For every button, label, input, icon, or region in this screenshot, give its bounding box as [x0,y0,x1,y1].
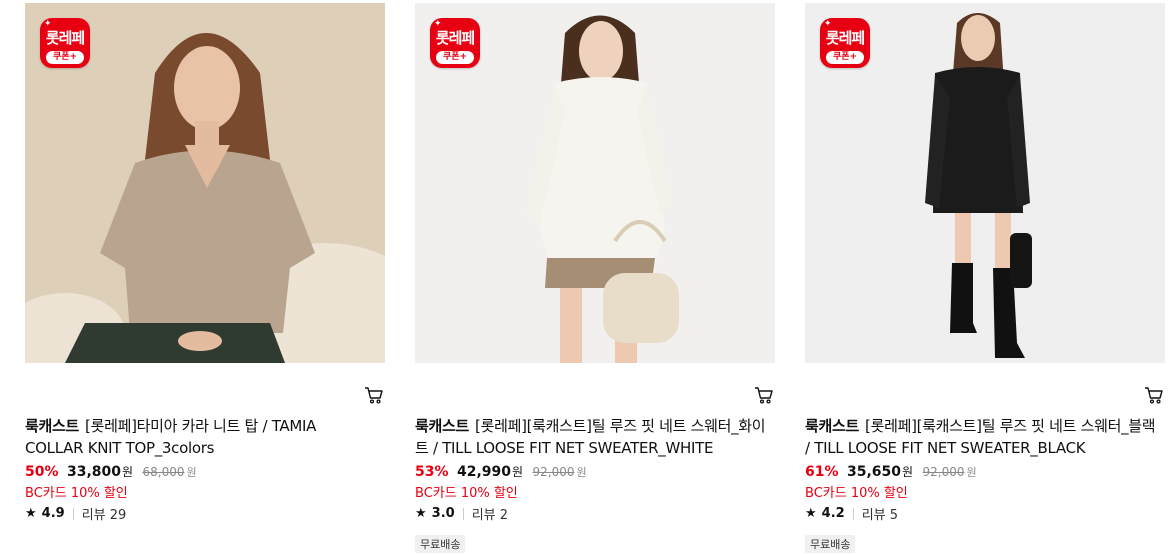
add-to-cart-button[interactable] [1143,384,1165,406]
add-to-cart-button[interactable] [363,384,385,406]
star-icon: ★ [805,506,817,521]
brand-name[interactable]: 룩캐스트 [415,417,469,435]
product-image[interactable]: ✦ 롯레페 쿠폰+ [25,3,385,363]
cart-icon [755,387,773,404]
product-title[interactable]: 룩캐스트 [롯레페][룩캐스트]틸 루즈 핏 네트 스웨터_블랙 / TILL L… [805,415,1157,459]
lotte-coupon-badge: ✦ 롯레페 쿠폰+ [40,18,90,68]
free-shipping-tag: 무료배송 [415,535,466,553]
original-price: 92,000 [532,465,575,479]
currency-unit: 원 [902,465,914,479]
brand-name[interactable]: 룩캐스트 [25,417,79,435]
product-card[interactable]: ✦ 롯레페 쿠폰+ 룩캐스트 [롯레페][룩캐스트]틸 루즈 핏 네트 스웨터_화… [415,3,775,553]
badge-label: 롯레페 [435,29,475,47]
rating-value: 4.9 [41,506,65,521]
divider [852,507,854,520]
card-promo: BC카드 10% 할인 [415,486,518,501]
badge-coupon-label: 쿠폰+ [436,51,474,64]
sale-price: 35,650 [846,464,901,480]
discount-rate: 61% [805,464,839,480]
product-image[interactable]: ✦ 롯레페 쿠폰+ [805,3,1165,363]
rating-value: 3.0 [431,506,455,521]
add-to-cart-button[interactable] [753,384,775,406]
review-count: 리뷰 2 [471,508,509,523]
divider [462,507,464,520]
sale-price: 42,990 [456,464,511,480]
badge-coupon-label: 쿠폰+ [46,51,84,64]
star-icon: ★ [25,506,37,521]
divider [72,507,74,520]
cart-icon [365,387,383,404]
product-image[interactable]: ✦ 롯레페 쿠폰+ [415,3,775,363]
badge-label: 롯레페 [45,29,85,47]
price-row: 53% 42,990원 92,000 원 [415,463,587,480]
rating-value: 4.2 [821,506,845,521]
rating-row: ★ 3.0 리뷰 2 [415,504,508,523]
price-row: 61% 35,650원 92,000 원 [805,463,977,480]
sale-price: 33,800 [66,464,121,480]
badge-label: 롯레페 [825,29,865,47]
product-card[interactable]: ✦ 롯레페 쿠폰+ 룩캐스트 [롯레페]타미아 카라 니트 탑 / TAMIA C… [25,3,385,550]
star-icon: ★ [415,506,427,521]
rating-row: ★ 4.9 리뷰 29 [25,504,126,523]
review-count: 리뷰 29 [81,508,127,523]
currency-unit: 원 [576,466,587,479]
currency-unit: 원 [122,465,134,479]
product-card[interactable]: ✦ 롯레페 쿠폰+ 룩캐스트 [롯레페][룩캐스트]틸 루즈 핏 네트 스웨터_블… [805,3,1165,553]
currency-unit: 원 [966,466,977,479]
lotte-coupon-badge: ✦ 롯레페 쿠폰+ [430,18,480,68]
discount-rate: 50% [25,464,59,480]
original-price: 92,000 [922,465,965,479]
product-title[interactable]: 룩캐스트 [롯레페]타미아 카라 니트 탑 / TAMIA COLLAR KNIT… [25,415,377,459]
currency-unit: 원 [512,465,524,479]
price-row: 50% 33,800원 68,000 원 [25,463,197,480]
currency-unit: 원 [186,466,197,479]
brand-name[interactable]: 룩캐스트 [805,417,859,435]
lotte-coupon-badge: ✦ 롯레페 쿠폰+ [820,18,870,68]
card-promo: BC카드 10% 할인 [805,486,908,501]
cart-icon [1145,387,1163,404]
rating-row: ★ 4.2 리뷰 5 [805,504,898,523]
free-shipping-tag: 무료배송 [805,535,856,553]
discount-rate: 53% [415,464,449,480]
original-price: 68,000 [142,465,185,479]
review-count: 리뷰 5 [861,508,899,523]
card-promo: BC카드 10% 할인 [25,486,128,501]
product-title[interactable]: 룩캐스트 [롯레페][룩캐스트]틸 루즈 핏 네트 스웨터_화이트 / TILL … [415,415,767,459]
badge-coupon-label: 쿠폰+ [826,51,864,64]
